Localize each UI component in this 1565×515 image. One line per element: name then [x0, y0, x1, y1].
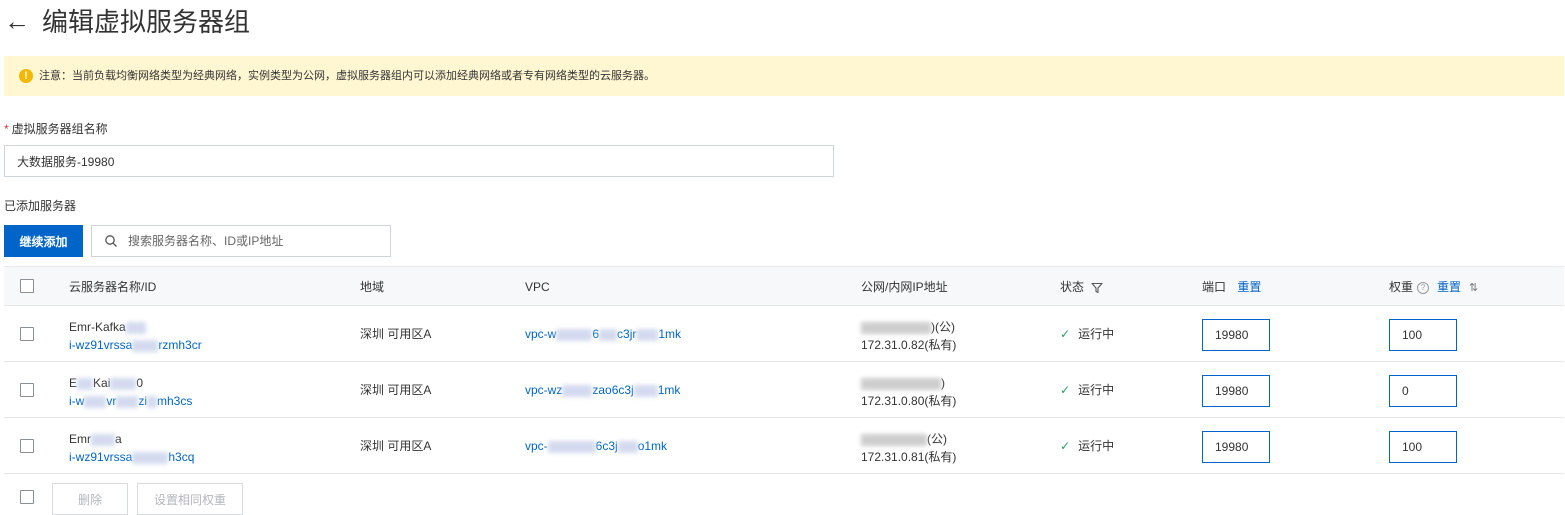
server-name-cell: Emr a i-wz91vrssa h3cq [69, 432, 195, 466]
continue-add-button[interactable]: 继续添加 [4, 225, 83, 257]
ip-cell: (公) 172.31.0.81(私有) [861, 430, 956, 466]
page-title: 编辑虚拟服务器组 [42, 7, 251, 37]
group-name-label-text: 虚拟服务器组名称 [11, 122, 108, 136]
help-icon[interactable]: ? [1417, 281, 1430, 294]
check-icon: ✓ [1060, 383, 1071, 397]
column-weight-label: 权重 [1389, 280, 1414, 294]
column-weight: 权重? 重置 ⇅ [1389, 279, 1478, 296]
group-name-label: * 虚拟服务器组名称 [4, 121, 108, 137]
status-cell: ✓ 运行中 [1060, 438, 1114, 454]
delete-button[interactable]: 删除 [52, 483, 128, 515]
public-ip: ) [941, 376, 945, 390]
weight-input[interactable] [1389, 431, 1457, 463]
region-cell: 深圳 可用区A [360, 383, 432, 397]
check-icon: ✓ [1060, 439, 1071, 453]
page-header: ← 编辑虚拟服务器组 [0, 0, 1565, 46]
ip-cell: )(公) 172.31.0.82(私有) [861, 318, 956, 354]
private-ip: 172.31.0.82(私有) [861, 338, 957, 352]
weight-input[interactable] [1389, 319, 1457, 351]
public-ip: )(公) [931, 320, 955, 334]
server-search-box[interactable] [91, 225, 391, 257]
public-ip: (公) [927, 432, 947, 446]
sort-icon[interactable]: ⇅ [1469, 282, 1478, 294]
vpc-link[interactable]: vpc- 6c3j o1mk [525, 438, 667, 454]
weight-reset-link[interactable]: 重置 [1437, 280, 1461, 294]
column-port: 端口 重置 [1202, 279, 1261, 295]
set-same-weight-button[interactable]: 设置相同权重 [137, 483, 243, 515]
check-icon: ✓ [1060, 327, 1071, 341]
port-reset-link[interactable]: 重置 [1237, 280, 1261, 294]
port-input[interactable] [1202, 375, 1270, 407]
server-name-cell: E Kai 0 i-w vr zi mh3cs [69, 376, 193, 410]
table-row: E Kai 0 i-w vr zi mh3cs 深圳 可用区A vpc-wz zao6c3j… [4, 362, 1564, 418]
back-arrow-icon[interactable]: ← [4, 6, 30, 36]
server-id-link[interactable]: i-wz91vrssa rzmh3cr [69, 336, 202, 354]
weight-input[interactable] [1389, 375, 1457, 407]
column-status: 状态 [1060, 279, 1103, 295]
blurred-region [125, 321, 146, 334]
server-name: Emr [69, 432, 91, 446]
notice-banner: ! 注意：当前负载均衡网络类型为经典网络，实例类型为公网，虚拟服务器组内可以添加… [4, 56, 1564, 96]
server-name: Kai [93, 376, 111, 390]
filter-icon[interactable] [1091, 282, 1103, 294]
vpc-link[interactable]: vpc-w 6 c3jr 1mk [525, 326, 681, 342]
server-id-link[interactable]: i-wz91vrssa h3cq [69, 448, 194, 466]
status-cell: ✓ 运行中 [1060, 326, 1114, 342]
table-row: Emr-Kafka i-wz91vrssa rzmh3cr 深圳 可用区A vpc… [4, 306, 1564, 362]
status-text: 运行中 [1078, 383, 1115, 397]
server-name-cell: Emr-Kafka i-wz91vrssa rzmh3cr [69, 318, 202, 354]
ip-cell: ) 172.31.0.80(私有) [861, 374, 956, 410]
port-input[interactable] [1202, 431, 1270, 463]
added-servers-label: 已添加服务器 [4, 199, 77, 213]
status-cell: ✓ 运行中 [1060, 382, 1114, 398]
column-name: 云服务器名称/ID [69, 280, 157, 294]
region-cell: 深圳 可用区A [360, 439, 432, 453]
region-cell: 深圳 可用区A [360, 327, 432, 341]
status-text: 运行中 [1078, 327, 1115, 341]
private-ip: 172.31.0.81(私有) [861, 450, 957, 464]
vpc-link[interactable]: vpc-wz zao6c3j 1mk [525, 382, 680, 398]
table-header: 云服务器名称/ID 地域 VPC 公网/内网IP地址 状态 端口 重置 权重? 重… [4, 266, 1564, 306]
search-icon [105, 235, 117, 247]
status-text: 运行中 [1078, 439, 1115, 453]
row-checkbox[interactable] [20, 327, 34, 341]
private-ip: 172.31.0.80(私有) [861, 394, 957, 408]
column-port-label: 端口 [1202, 280, 1227, 294]
column-ip: 公网/内网IP地址 [861, 280, 948, 294]
notice-text: 注意：当前负载均衡网络类型为经典网络，实例类型为公网，虚拟服务器组内可以添加经典… [39, 70, 655, 82]
row-checkbox[interactable] [20, 439, 34, 453]
search-input[interactable] [128, 227, 378, 255]
column-region: 地域 [360, 280, 385, 294]
group-name-input[interactable] [4, 145, 834, 177]
row-checkbox[interactable] [20, 383, 34, 397]
required-mark: * [4, 122, 9, 136]
column-status-label: 状态 [1060, 280, 1085, 294]
warning-icon: ! [19, 69, 33, 83]
column-vpc: VPC [525, 280, 550, 294]
server-id-link[interactable]: i-w vr zi mh3cs [69, 392, 192, 410]
select-all-checkbox[interactable] [20, 279, 34, 293]
footer-select-all-checkbox[interactable] [20, 490, 34, 504]
table-row: Emr a i-wz91vrssa h3cq 深圳 可用区A vpc- 6c3j o1m… [4, 418, 1564, 474]
port-input[interactable] [1202, 319, 1270, 351]
server-name: Emr-Kafka [69, 320, 126, 334]
